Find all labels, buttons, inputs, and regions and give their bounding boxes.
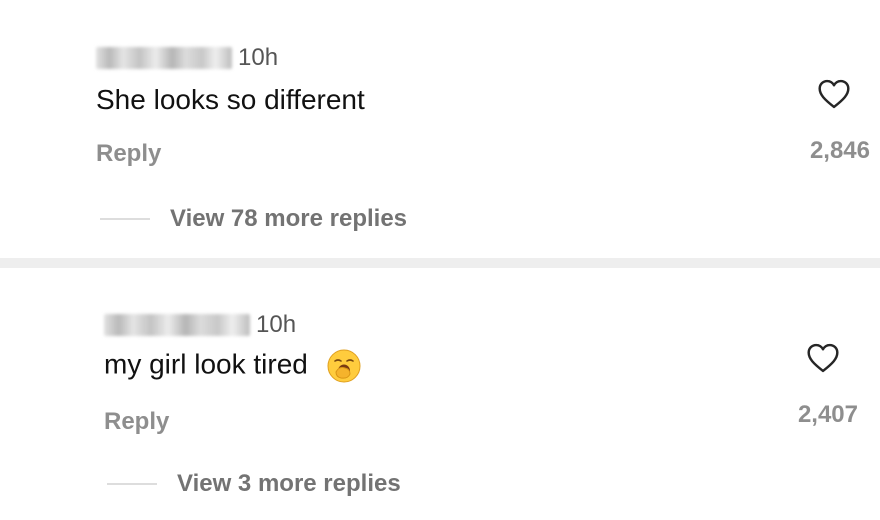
comment-text: my girl look tired bbox=[104, 348, 308, 380]
heart-icon[interactable] bbox=[817, 79, 851, 109]
like-count: 2,407 bbox=[797, 401, 858, 428]
comment-meta: 10h bbox=[96, 44, 278, 72]
blurred-username bbox=[104, 314, 250, 336]
reply-button[interactable]: Reply bbox=[104, 408, 169, 436]
reply-button[interactable]: Reply bbox=[96, 140, 161, 168]
comment-text: She looks so different bbox=[96, 84, 365, 115]
view-more-replies[interactable]: View 78 more replies bbox=[100, 205, 407, 233]
comment-item: 10h She looks so different Reply 2,846 V… bbox=[0, 0, 880, 262]
comment-item: 10h my girl look tired Reply 2,407 View … bbox=[0, 268, 880, 520]
comment-divider bbox=[0, 258, 880, 268]
comment-timestamp: 10h bbox=[238, 44, 279, 71]
yawning-face-emoji bbox=[327, 349, 361, 383]
blurred-username bbox=[96, 47, 232, 69]
comment-meta: 10h bbox=[104, 311, 296, 339]
reply-thread-line bbox=[100, 218, 150, 220]
view-more-replies-label: View 78 more replies bbox=[170, 205, 408, 232]
reply-thread-line bbox=[107, 483, 157, 485]
view-more-replies[interactable]: View 3 more replies bbox=[107, 470, 401, 498]
view-more-replies-label: View 3 more replies bbox=[177, 470, 401, 497]
comment-text-row: my girl look tired bbox=[104, 348, 362, 384]
like-count: 2,846 bbox=[809, 137, 870, 164]
heart-icon[interactable] bbox=[806, 343, 840, 373]
comment-timestamp: 10h bbox=[256, 311, 297, 338]
